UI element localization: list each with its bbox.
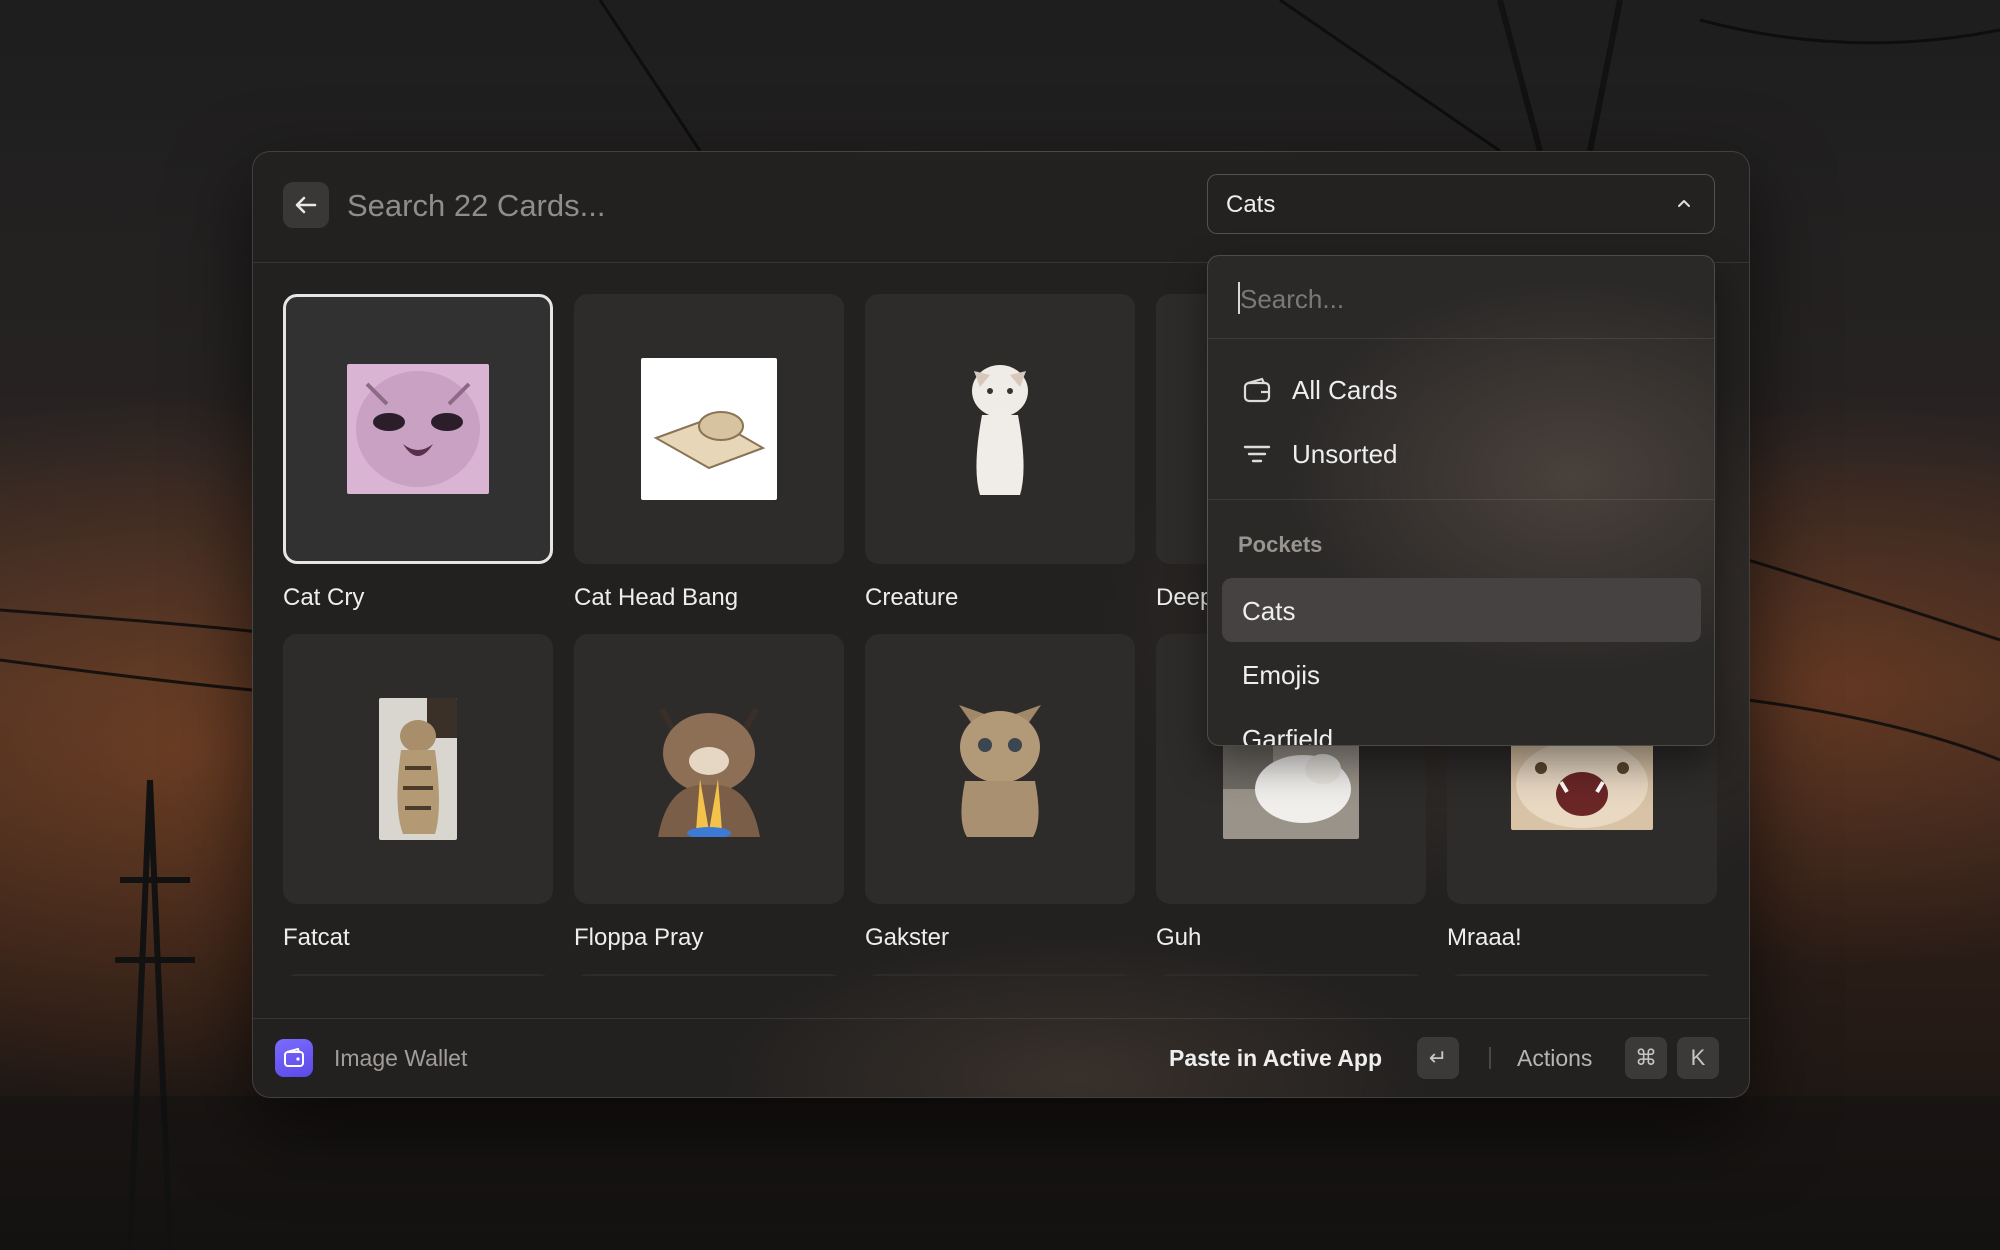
actions-button[interactable]: Actions: [1517, 1045, 1592, 1072]
mraaa-image: [1511, 738, 1653, 830]
card-label: Creature: [865, 584, 959, 611]
cat-head-bang-image: [641, 358, 777, 500]
app-icon: [275, 1039, 313, 1077]
search-bar: Search 22 Cards... Cats: [253, 152, 1749, 263]
cat-cry-image: [347, 364, 489, 494]
card-gakster[interactable]: Gakster: [865, 634, 1135, 952]
gakster-image: [959, 705, 1041, 837]
card-label: Floppa Pray: [574, 924, 704, 951]
card-thumbnail: [865, 294, 1135, 564]
command-key-hint: ⌘: [1625, 1037, 1667, 1079]
dropdown-item-garfield[interactable]: Garfield: [1222, 706, 1701, 746]
card-row3-1[interactable]: [283, 974, 553, 976]
card-fatcat[interactable]: Fatcat: [283, 634, 553, 952]
dropdown-search-input[interactable]: Search...: [1240, 284, 1344, 315]
filter-icon: [1243, 445, 1271, 463]
card-thumbnail: [865, 974, 1135, 976]
pocket-dropdown-value: Cats: [1226, 191, 1276, 218]
dropdown-item-label: All Cards: [1292, 375, 1398, 405]
dropdown-item-cats[interactable]: Cats: [1222, 578, 1701, 642]
card-label: Guh: [1156, 924, 1202, 951]
paste-action-button[interactable]: Paste in Active App: [1169, 1045, 1382, 1072]
pocket-dropdown[interactable]: Cats: [1207, 174, 1715, 234]
pocket-dropdown-menu: Search... All Cards Unsorted Pockets Cat…: [1207, 255, 1715, 746]
dropdown-item-all-cards[interactable]: All Cards: [1222, 357, 1701, 421]
chevron-up-icon: [1678, 200, 1690, 207]
dropdown-item-label: Unsorted: [1292, 439, 1398, 469]
arrow-left-icon: [295, 196, 317, 214]
card-row3-2[interactable]: [574, 974, 844, 976]
card-label: Gakster: [865, 924, 950, 951]
fatcat-image: [379, 698, 457, 840]
floppa-pray-image: [658, 707, 760, 837]
card-floppa-pray[interactable]: Floppa Pray: [574, 634, 844, 952]
card-thumbnail: [283, 634, 553, 904]
card-thumbnail: [1156, 974, 1426, 976]
separator: [1489, 1047, 1491, 1069]
card-cat-head-bang[interactable]: Cat Head Bang: [574, 294, 844, 612]
dropdown-search[interactable]: Search...: [1208, 256, 1714, 339]
dropdown-item-label: Cats: [1242, 596, 1296, 626]
card-creature[interactable]: Creature: [865, 294, 1135, 612]
wallet-icon: [1243, 377, 1271, 403]
creature-image: [972, 365, 1028, 495]
card-thumbnail: [574, 294, 844, 564]
card-thumbnail: [1447, 974, 1717, 976]
card-label: Mraaa!: [1447, 924, 1522, 951]
card-label: Cat Head Bang: [574, 584, 739, 611]
card-thumbnail: [283, 294, 553, 564]
card-cat-cry[interactable]: Cat Cry: [283, 294, 553, 612]
card-row3-4[interactable]: [1156, 974, 1426, 976]
pockets-section-title: Pockets: [1238, 532, 1323, 557]
card-thumbnail: [865, 634, 1135, 904]
card-thumbnail: [574, 634, 844, 904]
image-wallet-window: Search 22 Cards... Cats Cat Cry Cat Head…: [252, 151, 1750, 1098]
search-input[interactable]: Search 22 Cards...: [347, 188, 605, 224]
dropdown-divider: [1208, 499, 1714, 500]
card-row3-3[interactable]: [865, 974, 1135, 976]
card-label: Fatcat: [283, 924, 350, 951]
card-thumbnail: [574, 974, 844, 976]
k-key-hint: K: [1677, 1037, 1719, 1079]
dropdown-item-emojis[interactable]: Emojis: [1222, 642, 1701, 706]
back-button[interactable]: [283, 182, 329, 228]
card-row3-5[interactable]: [1447, 974, 1717, 976]
dropdown-item-unsorted[interactable]: Unsorted: [1222, 421, 1701, 485]
dropdown-item-label: Emojis: [1242, 660, 1321, 690]
card-thumbnail: [283, 974, 553, 976]
wallet-icon: [284, 1047, 304, 1067]
app-name: Image Wallet: [334, 1045, 468, 1071]
action-bar: Image Wallet Paste in Active App ↵ Actio…: [253, 1018, 1749, 1097]
return-key-hint: ↵: [1417, 1037, 1459, 1079]
card-label: Cat Cry: [283, 584, 365, 611]
dropdown-item-label: Garfield: [1242, 724, 1334, 746]
